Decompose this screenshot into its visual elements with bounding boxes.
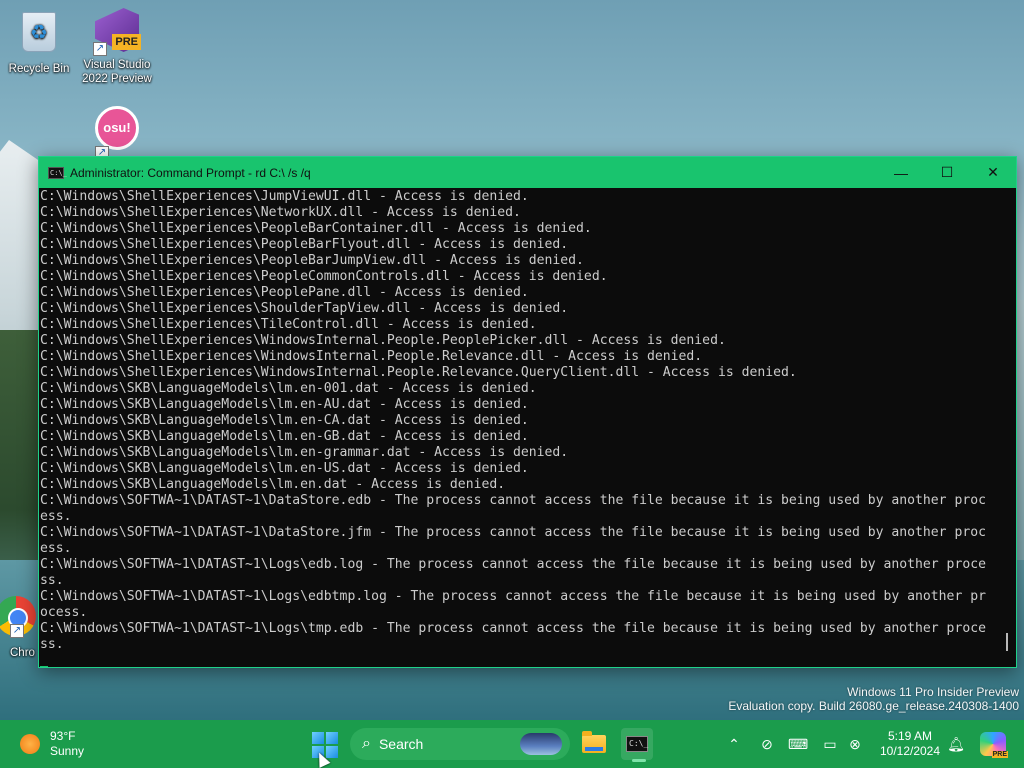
console-scrollbar[interactable] [998, 188, 1016, 667]
chrome-icon: ↗ [0, 596, 36, 644]
console-line: C:\Windows\ShellExperiences\PeopleBarCon… [40, 221, 592, 236]
console-line: ss. [40, 573, 64, 588]
copilot-icon[interactable]: PRE [980, 732, 1008, 758]
console-line: C:\Windows\ShellExperiences\ShoulderTapV… [40, 301, 569, 316]
active-app-indicator [632, 759, 646, 762]
visual-studio-icon: PRE ↗ [93, 8, 141, 56]
console-line: C:\Windows\ShellExperiences\WindowsInter… [40, 365, 797, 380]
console-line: C:\Windows\ShellExperiences\PeopleCommon… [40, 269, 608, 284]
folder-icon [582, 731, 606, 753]
console-line: C:\Windows\SKB\LanguageModels\lm.en-CA.d… [40, 413, 529, 428]
command-prompt-icon: C:\_ [48, 166, 67, 179]
bell-icon[interactable]: 🔔︎ [946, 734, 966, 754]
console-line: C:\Windows\SOFTWA~1\DATAST~1\Logs\edb.lo… [40, 557, 986, 572]
maximize-button[interactable]: ☐ [924, 157, 970, 188]
desktop-icon-label: Recycle Bin [8, 63, 70, 75]
watermark-line-1: Windows 11 Pro Insider Preview [847, 685, 1019, 699]
command-prompt-icon: C:\_ [626, 736, 648, 752]
network-off-icon[interactable]: ⊘ [757, 734, 777, 754]
console-line: C:\Windows\SOFTWA~1\DATAST~1\Logs\edbtmp… [40, 589, 986, 604]
console-line: C:\Windows\SOFTWA~1\DATAST~1\DataStore.e… [40, 493, 986, 508]
clock-date: 10/12/2024 [879, 744, 941, 758]
taskbar-command-prompt[interactable]: C:\_ [621, 728, 653, 760]
minimize-button[interactable]: — [878, 157, 924, 188]
console-line: C:\Windows\ShellExperiences\PeopleBarFly… [40, 237, 569, 252]
search-icon: ⌕ [362, 735, 371, 752]
taskbar-file-explorer[interactable] [578, 728, 610, 760]
taskbar-search[interactable]: ⌕ Search [350, 728, 570, 760]
system-clock[interactable]: 5:19 AM 10/12/2024 [872, 729, 948, 759]
window-title: Administrator: Command Prompt - rd C:\ /… [70, 165, 311, 180]
close-button[interactable]: ✕ [970, 157, 1016, 188]
pre-badge: PRE [112, 34, 141, 50]
console-line: C:\Windows\ShellExperiences\TileControl.… [40, 317, 537, 332]
window-titlebar[interactable]: C:\_ Administrator: Command Prompt - rd … [39, 157, 1016, 188]
console-line: ess. [40, 541, 72, 556]
recycle-bin-icon: ♻ [15, 12, 63, 60]
evaluation-watermark: Windows 11 Pro Insider Preview Evaluatio… [728, 685, 1019, 713]
search-label: Search [378, 736, 424, 752]
chevron-up-icon[interactable]: ⌃ [724, 734, 744, 754]
console-line: C:\Windows\SKB\LanguageModels\lm.en-GB.d… [40, 429, 529, 444]
search-highlight-image [520, 733, 562, 755]
console-line: C:\Windows\SKB\LanguageModels\lm.en-001.… [40, 381, 537, 396]
console-line: C:\Windows\SOFTWA~1\DATAST~1\Logs\tmp.ed… [40, 621, 986, 636]
watermark-line-2: Evaluation copy. Build 26080.ge_release.… [728, 699, 1019, 713]
console-line: C:\Windows\ShellExperiences\NetworkUX.dl… [40, 205, 521, 220]
clock-time: 5:19 AM [887, 729, 933, 743]
console-line: C:\Windows\ShellExperiences\PeopleBarJum… [40, 253, 584, 268]
console-line: C:\Windows\ShellExperiences\WindowsInter… [40, 333, 726, 348]
weather-temp: 93°F [50, 729, 76, 743]
console-line: C:\Windows\ShellExperiences\WindowsInter… [40, 349, 703, 364]
taskbar: 93°F Sunny ⌕ Search C:\_ ⌃ ⊘ ⌨ ▭ ⊗ 5:19 … [0, 720, 1024, 768]
shortcut-arrow-icon: ↗ [93, 42, 107, 56]
console-line: ess. [40, 509, 72, 524]
desktop-icon-label: Visual Studio 2022 Preview [82, 59, 152, 85]
console-line: ocess. [40, 605, 88, 620]
accessibility-icon[interactable]: ⊗ [845, 734, 865, 754]
console-output[interactable]: C:\Windows\ShellExperiences\JumpViewUI.d… [39, 188, 998, 667]
weather-condition: Sunny [50, 744, 85, 758]
console-line: C:\Windows\SKB\LanguageModels\lm.en-gram… [40, 445, 569, 460]
pre-badge: PRE [991, 751, 1008, 758]
console-line: C:\Windows\SKB\LanguageModels\lm.en-AU.d… [40, 397, 529, 412]
weather-widget[interactable]: 93°F Sunny [20, 729, 84, 759]
console-cursor-line [40, 653, 997, 667]
shortcut-arrow-icon: ↗ [10, 624, 24, 638]
console-line: ss. [40, 637, 64, 652]
scrollbar-thumb[interactable] [1006, 633, 1008, 651]
desktop-icon-visual-studio[interactable]: PRE ↗ Visual Studio 2022 Preview [79, 6, 155, 86]
display-icon[interactable]: ▭ [820, 734, 840, 754]
desktop-icon-osu[interactable]: osu! ↗ [79, 106, 155, 160]
console-line: C:\Windows\ShellExperiences\JumpViewUI.d… [40, 189, 529, 204]
console-line: C:\Windows\SKB\LanguageModels\lm.en.dat … [40, 477, 506, 492]
text-cursor [40, 666, 48, 667]
keyboard-icon[interactable]: ⌨ [788, 734, 808, 754]
console-line: C:\Windows\SKB\LanguageModels\lm.en-US.d… [40, 461, 529, 476]
console-line: C:\Windows\ShellExperiences\PeoplePane.d… [40, 285, 529, 300]
osu-icon: osu! ↗ [93, 106, 141, 160]
sun-icon [20, 734, 40, 754]
command-prompt-window[interactable]: C:\_ Administrator: Command Prompt - rd … [38, 156, 1017, 668]
desktop-icon-recycle-bin[interactable]: ♻ Recycle Bin [1, 8, 77, 76]
console-line: C:\Windows\SOFTWA~1\DATAST~1\DataStore.j… [40, 525, 986, 540]
